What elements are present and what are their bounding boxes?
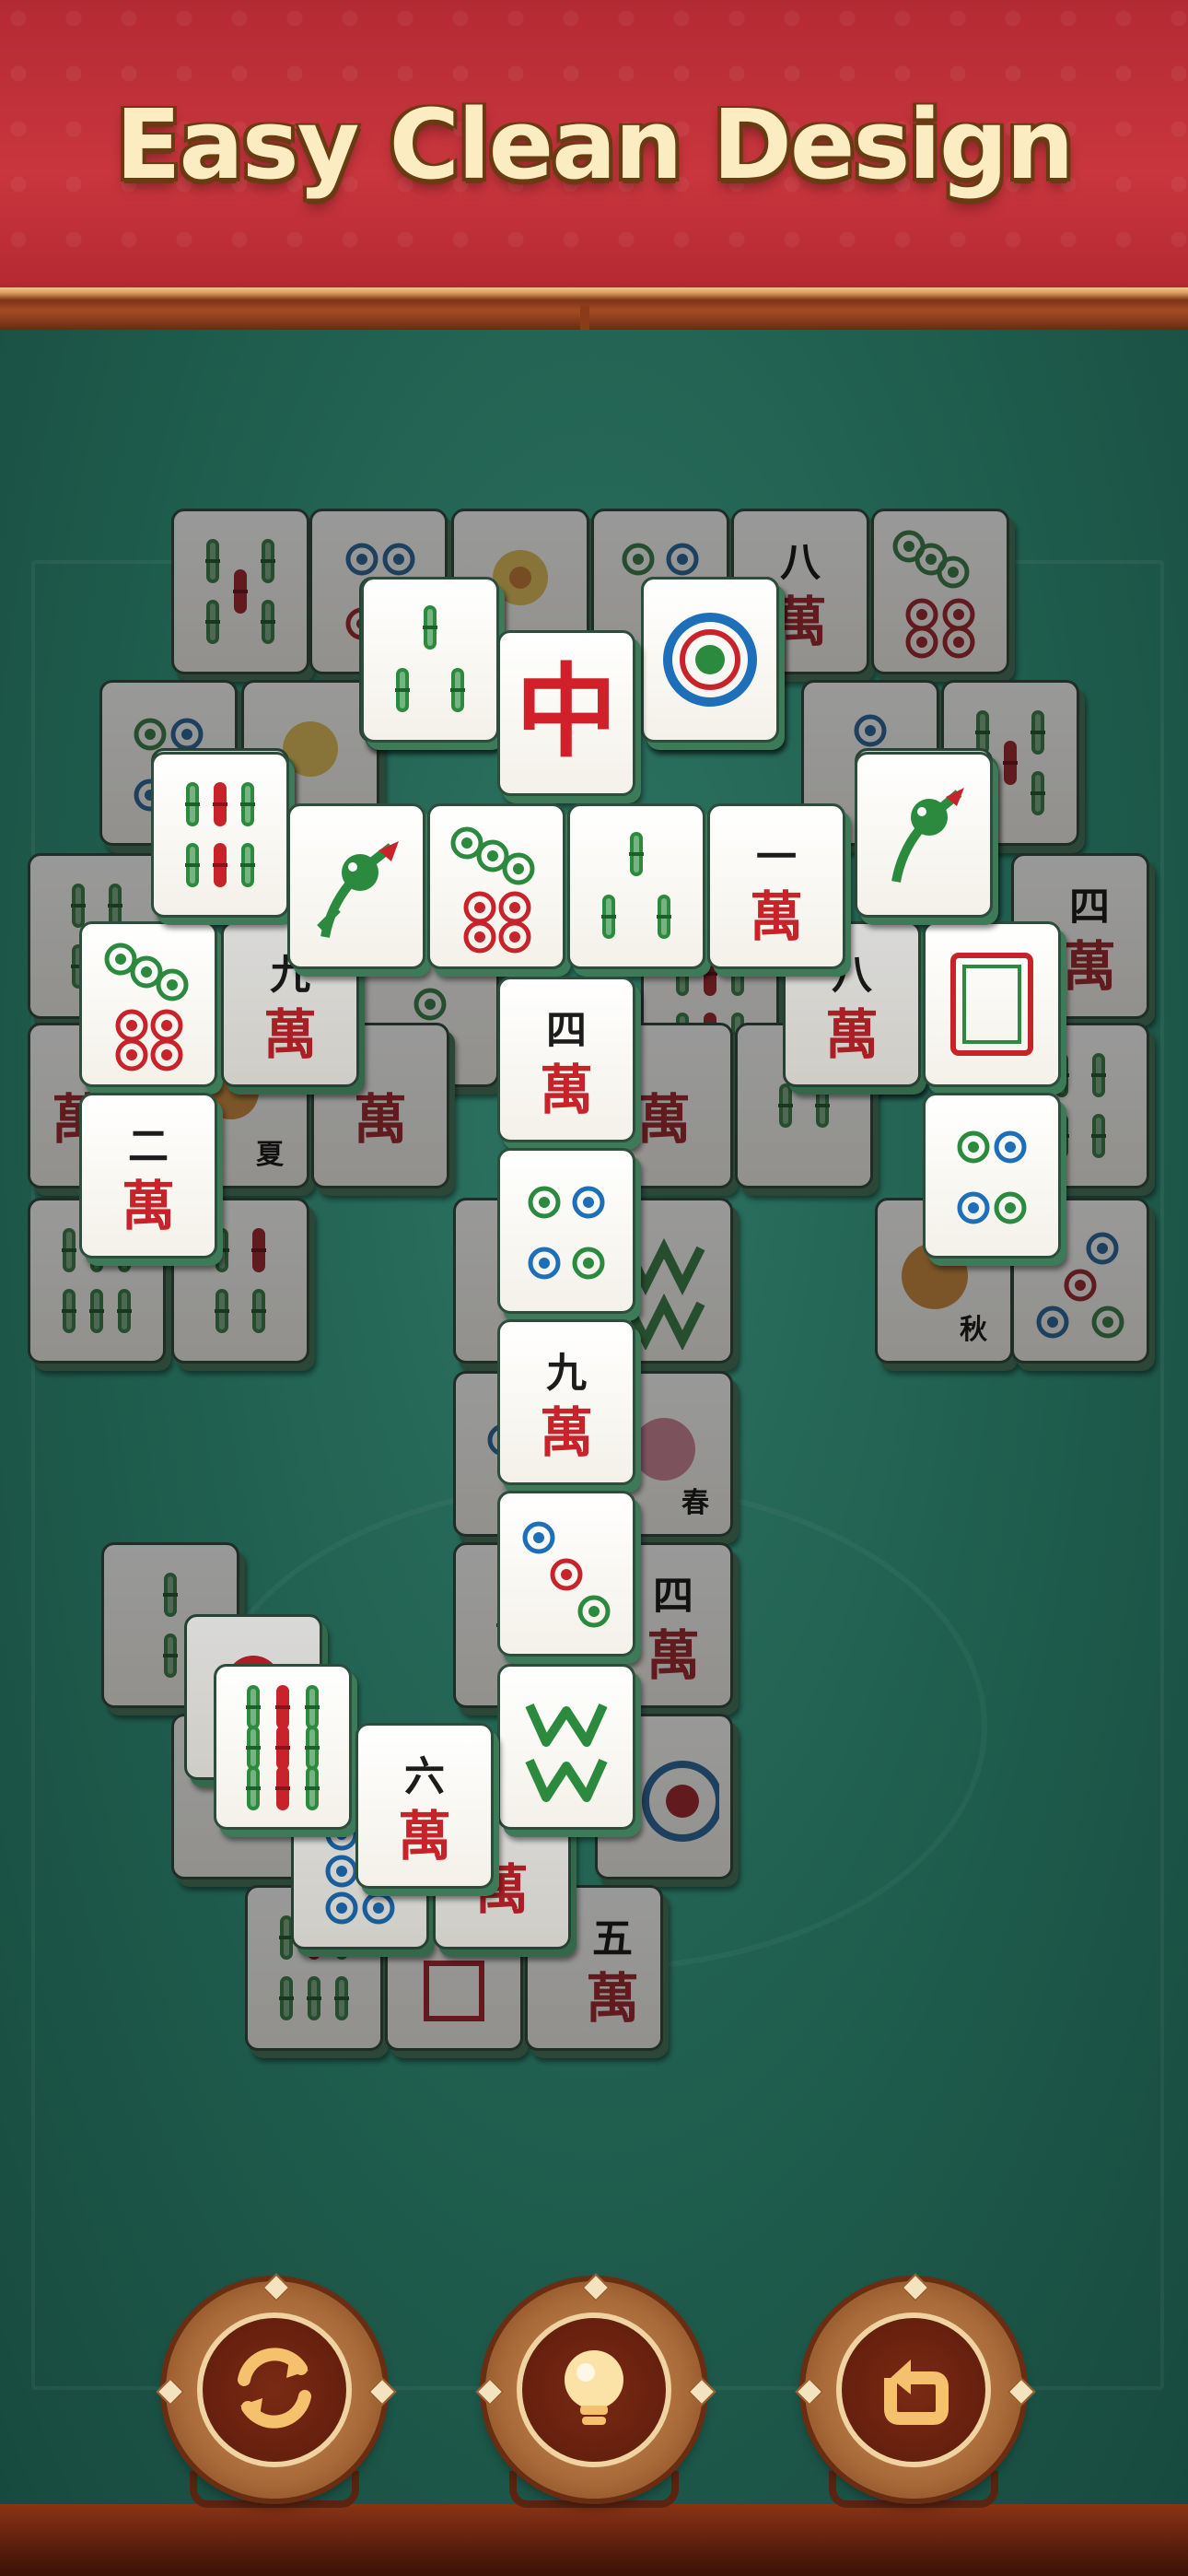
button-face <box>197 2313 352 2467</box>
svg-text:萬: 萬 <box>637 1088 691 1151</box>
mahjong-tile[interactable] <box>79 921 217 1087</box>
mahjong-tile[interactable] <box>497 1148 635 1314</box>
mahjong-tile[interactable] <box>871 509 1009 674</box>
shuffle-button[interactable] <box>156 2273 397 2508</box>
tile-wan: 萬 <box>540 1059 593 1121</box>
button-face <box>517 2313 671 2467</box>
tile-number: 四 <box>1069 884 1110 931</box>
tile-wan: 萬 <box>398 1805 451 1868</box>
bottom-bar <box>0 2504 1188 2576</box>
mahjong-tile[interactable]: 二 萬 <box>79 1093 217 1259</box>
tile-wan: 萬 <box>1063 935 1116 998</box>
tile-number: 五 <box>592 1915 633 1962</box>
tile-wan: 萬 <box>646 1624 700 1687</box>
mahjong-tile[interactable] <box>287 803 425 969</box>
tile-wan: 萬 <box>122 1175 175 1237</box>
button-face <box>836 2313 991 2467</box>
tile-number: 四 <box>653 1573 693 1620</box>
shuffle-icon <box>224 2337 325 2442</box>
title-banner: Easy Clean Design <box>0 0 1188 313</box>
tile-wan: 萬 <box>586 1967 639 2030</box>
mahjong-tile[interactable] <box>497 1664 635 1830</box>
hint-button[interactable] <box>475 2273 716 2508</box>
svg-text:萬: 萬 <box>263 1003 317 1066</box>
mahjong-tile[interactable] <box>923 1093 1061 1259</box>
tile-number: 九 <box>546 1350 587 1397</box>
lightbulb-icon <box>543 2337 645 2442</box>
mahjong-tile[interactable] <box>214 1664 352 1830</box>
mahjong-tile[interactable]: 六 萬 <box>355 1723 494 1889</box>
mahjong-tile[interactable] <box>361 577 499 743</box>
mahjong-tile[interactable] <box>151 752 289 918</box>
mahjong-tile[interactable]: 中 <box>497 630 635 796</box>
season-label: 春 <box>681 1487 709 1519</box>
banner-title: Easy Clean Design <box>115 88 1075 201</box>
mahjong-tile[interactable]: 九 萬 <box>497 1319 635 1485</box>
mahjong-tile[interactable] <box>171 509 309 674</box>
svg-text:萬: 萬 <box>825 1003 879 1066</box>
mahjong-tile[interactable] <box>567 803 705 969</box>
mahjong-tile[interactable] <box>641 577 779 743</box>
tile-wan: 萬 <box>540 1401 593 1464</box>
tile-wan: 萬 <box>774 591 827 653</box>
tile-number: 一 <box>756 834 797 881</box>
undo-icon <box>863 2337 964 2442</box>
tile-wan: 萬 <box>750 885 803 948</box>
mahjong-tile[interactable]: 四 萬 <box>497 977 635 1142</box>
mahjong-tile[interactable] <box>427 803 565 969</box>
tile-number: 六 <box>404 1753 445 1800</box>
mahjong-tile[interactable] <box>497 1491 635 1657</box>
tile-number: 二 <box>128 1123 169 1170</box>
undo-button[interactable] <box>795 2273 1036 2508</box>
mahjong-tile[interactable] <box>855 752 993 918</box>
svg-text:萬: 萬 <box>354 1088 407 1151</box>
banner-rail <box>0 287 1188 330</box>
tile-number: 四 <box>546 1007 587 1054</box>
mahjong-tile[interactable] <box>923 921 1061 1087</box>
mahjong-tile[interactable]: 一 萬 <box>707 803 845 969</box>
tile-number: 八 <box>780 539 821 586</box>
season-label: 夏 <box>256 1139 285 1171</box>
zhong-glyph: 中 <box>516 652 617 771</box>
season-label: 秋 <box>960 1314 987 1346</box>
